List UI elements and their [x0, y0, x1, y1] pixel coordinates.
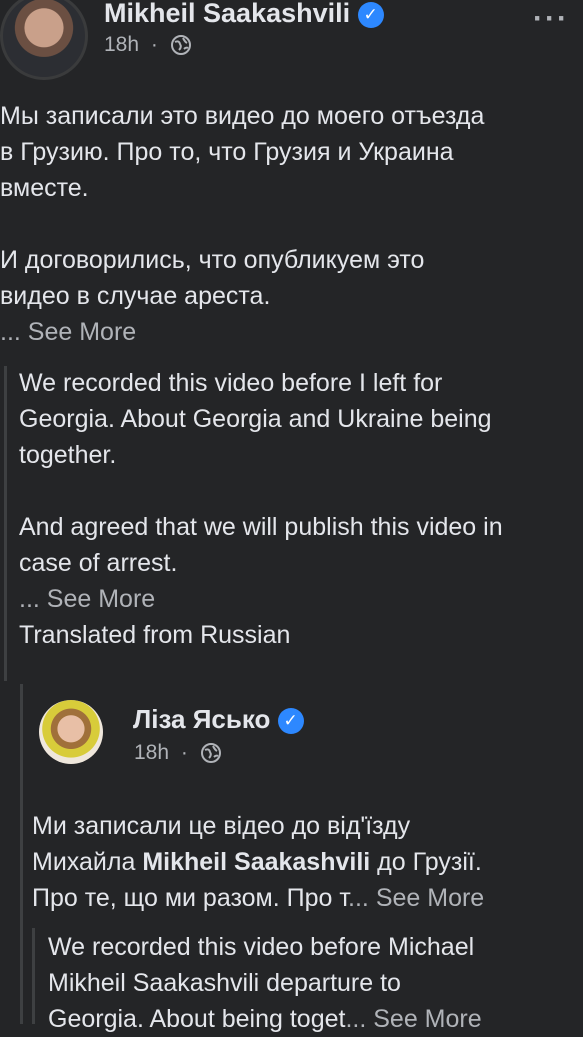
shared-translation-text: We recorded this video before Michael Mi… — [48, 929, 583, 1037]
shared-post-time[interactable]: 18h — [134, 741, 169, 764]
translation-line: Georgia. About being toget... See More — [48, 1001, 583, 1037]
post-meta: 18h · — [104, 33, 192, 57]
verified-badge-icon: ✓ — [277, 708, 304, 735]
shared-post-line: Про те, що ми разом. Про т... See More — [32, 880, 583, 916]
see-more-link[interactable]: See More — [373, 1005, 481, 1033]
shared-author-avatar[interactable] — [39, 700, 103, 764]
translated-from-label[interactable]: Translated from Russian — [19, 617, 583, 653]
translation-line: We recorded this video before I left for — [19, 369, 443, 397]
ellipsis: ... — [0, 318, 21, 346]
see-more-link[interactable]: See More — [376, 884, 484, 912]
post-line: И договорились, что опубликуем это — [0, 246, 425, 274]
author-avatar[interactable] — [0, 0, 88, 80]
translation-line: together. — [19, 441, 117, 469]
translation-text: We recorded this video before I left for… — [19, 365, 583, 653]
shared-author-name-row[interactable]: Ліза Ясько ✓ — [133, 704, 304, 735]
post-line: видео в случае ареста. — [0, 282, 271, 310]
shared-post-border — [20, 684, 23, 1024]
meta-separator: · — [180, 741, 188, 764]
post-line: вместе. — [0, 174, 89, 202]
shared-post-text: Ми записали це відео до від'їзду Михайла… — [32, 808, 583, 916]
translation-line: We recorded this video before Michael — [48, 933, 475, 961]
post-line: в Грузию. Про то, что Грузия и Украина — [0, 138, 454, 166]
shared-translation-quote-bar — [32, 928, 35, 1024]
translation-line: Mikheil Saakashvili departure to — [48, 969, 401, 997]
translation-quote-bar — [4, 366, 7, 681]
translation-part: Georgia. About being toget — [48, 1005, 346, 1033]
see-more-link[interactable]: See More — [47, 585, 155, 613]
meta-separator: · — [150, 33, 158, 56]
ellipsis: ... — [348, 884, 369, 912]
see-more-link[interactable]: See More — [28, 318, 136, 346]
mention-link[interactable]: Mikheil Saakashvili — [142, 848, 370, 876]
translation-line — [19, 473, 583, 509]
shared-text-part: до Грузії. — [370, 848, 482, 876]
translation-line: And agreed that we will publish this vid… — [19, 513, 503, 541]
globe-icon — [170, 35, 191, 56]
post-line: Мы записали это видео до моего отъезда — [0, 102, 485, 130]
shared-post-meta: 18h · — [134, 741, 222, 765]
author-name[interactable]: Mikheil Saakashvili — [104, 0, 350, 28]
shared-text-part: Михайла — [32, 848, 143, 876]
see-more-row: ... See More — [19, 581, 583, 617]
post-text: Мы записали это видео до моего отъезда в… — [0, 98, 583, 350]
translation-line: Georgia. About Georgia and Ukraine being — [19, 405, 492, 433]
shared-text-part: Про те, що ми разом. Про т — [32, 884, 349, 912]
see-more-row: ... See More — [0, 314, 583, 350]
shared-post-line: Михайла Mikheil Saakashvili до Грузії. — [32, 844, 583, 880]
author-name-row[interactable]: Mikheil Saakashvili ✓ — [104, 0, 384, 29]
ellipsis: ... — [345, 1005, 367, 1033]
post-menu-icon[interactable]: ··· — [533, 2, 569, 36]
verified-badge-icon: ✓ — [357, 1, 384, 28]
globe-icon — [200, 743, 221, 764]
post-time[interactable]: 18h — [104, 33, 139, 56]
translation-line: case of arrest. — [19, 549, 178, 577]
ellipsis: ... — [19, 585, 40, 613]
shared-author-name[interactable]: Ліза Ясько — [133, 704, 270, 734]
post-line — [0, 206, 583, 242]
shared-post-line: Ми записали це відео до від'їзду — [32, 812, 411, 840]
